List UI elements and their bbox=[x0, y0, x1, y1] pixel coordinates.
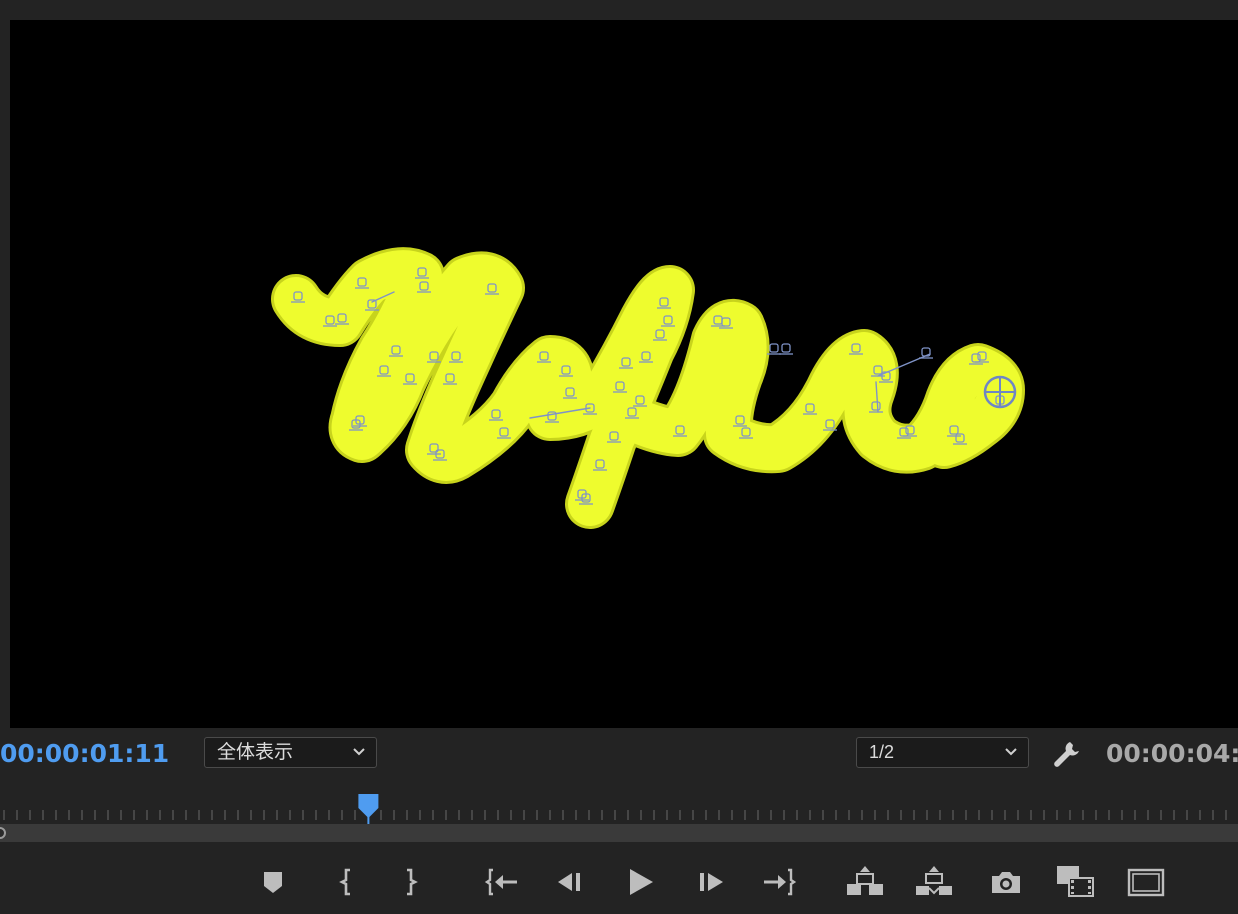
camera-icon bbox=[992, 872, 1020, 893]
go-to-out-button[interactable] bbox=[760, 862, 800, 902]
duration-timecode: 00:00:04:2 bbox=[1106, 739, 1238, 768]
chevron-down-icon bbox=[1005, 748, 1017, 756]
play-icon bbox=[630, 869, 653, 895]
lift-icon bbox=[847, 866, 883, 895]
go-to-in-icon bbox=[484, 868, 517, 896]
compare-view-icon bbox=[1057, 866, 1094, 897]
add-marker-button[interactable] bbox=[253, 862, 293, 902]
program-monitor bbox=[0, 0, 1238, 728]
time-ruler[interactable] bbox=[0, 790, 1238, 824]
extract-button[interactable] bbox=[914, 862, 954, 902]
safe-margins-button[interactable] bbox=[1126, 862, 1166, 902]
export-frame-button[interactable] bbox=[986, 862, 1026, 902]
video-frame bbox=[271, 247, 1025, 529]
zoom-level-value: 全体表示 bbox=[217, 741, 294, 763]
chevron-down-icon bbox=[353, 748, 365, 756]
play-button[interactable] bbox=[620, 862, 660, 902]
step-forward-button[interactable] bbox=[691, 862, 731, 902]
step-forward-icon bbox=[700, 873, 723, 891]
mark-out-button[interactable] bbox=[390, 862, 430, 902]
playhead-timecode[interactable]: 00:00:01:11 bbox=[0, 740, 169, 768]
zoom-level-select[interactable]: 全体表示 bbox=[204, 737, 377, 768]
mark-in-button[interactable] bbox=[327, 862, 367, 902]
monitor-controls-bar: 00:00:01:11 全体表示 1/2 00:00:04:2 bbox=[0, 728, 1238, 784]
step-back-icon bbox=[558, 873, 580, 891]
safe-margins-icon bbox=[1127, 868, 1165, 897]
zoom-scrollbar[interactable] bbox=[0, 824, 1238, 842]
go-to-in-button[interactable] bbox=[481, 862, 521, 902]
lift-button[interactable] bbox=[845, 862, 885, 902]
go-to-out-icon bbox=[764, 868, 797, 896]
anchor-point-icon[interactable] bbox=[983, 375, 1017, 409]
marker-icon bbox=[264, 872, 282, 893]
mark-in-icon bbox=[339, 868, 350, 896]
playback-resolution-select[interactable]: 1/2 bbox=[856, 737, 1029, 768]
extract-icon bbox=[916, 866, 952, 895]
wrench-icon[interactable] bbox=[1052, 738, 1084, 770]
monitor-viewport[interactable] bbox=[10, 20, 1238, 728]
compare-view-button[interactable] bbox=[1055, 862, 1095, 902]
mark-out-icon bbox=[407, 868, 418, 896]
transport-controls bbox=[0, 842, 1238, 914]
step-back-button[interactable] bbox=[550, 862, 590, 902]
playback-resolution-value: 1/2 bbox=[869, 742, 895, 762]
scrollbar-handle[interactable] bbox=[0, 827, 6, 839]
playhead[interactable] bbox=[358, 794, 379, 824]
brush-stroke-artwork[interactable] bbox=[271, 247, 1025, 529]
